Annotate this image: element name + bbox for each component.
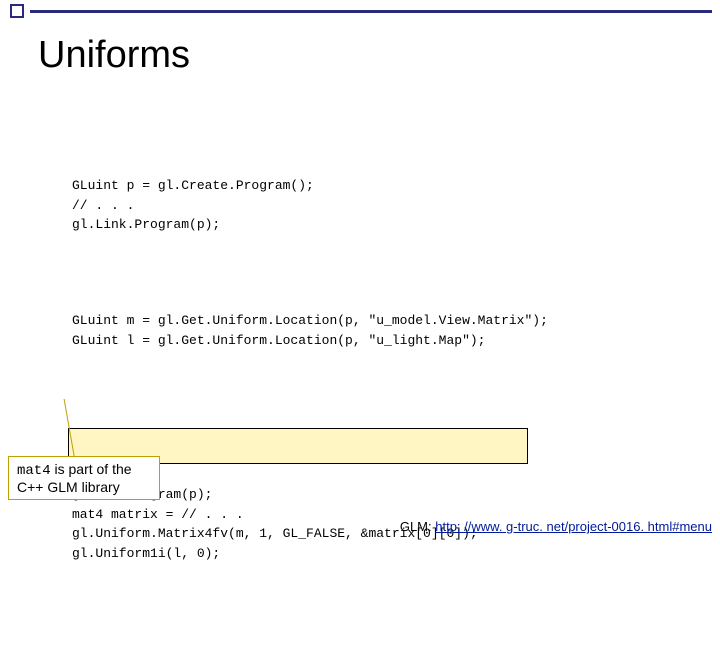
code-block-2: GLuint m = gl.Get.Uniform.Location(p, "u… bbox=[72, 311, 682, 350]
top-border bbox=[0, 0, 720, 18]
code-area: GLuint p = gl.Create.Program(); // . . .… bbox=[72, 137, 682, 659]
slide-title: Uniforms bbox=[38, 34, 682, 77]
footer-link[interactable]: http: //www. g-truc. net/project-0016. h… bbox=[435, 519, 712, 534]
code-line: gl.Link.Program(p); bbox=[72, 217, 220, 232]
code-line: mat4 matrix = // . . . bbox=[72, 507, 244, 522]
code-line: GLuint l = gl.Get.Uniform.Location(p, "u… bbox=[72, 333, 485, 348]
slide-content: Uniforms GLuint p = gl.Create.Program();… bbox=[0, 18, 720, 659]
code-line: // . . . bbox=[72, 198, 134, 213]
code-block-1: GLuint p = gl.Create.Program(); // . . .… bbox=[72, 176, 682, 235]
code-line: gl.Uniform1i(l, 0); bbox=[72, 546, 220, 561]
top-square-decoration bbox=[10, 4, 24, 18]
callout-mono: mat4 bbox=[17, 463, 51, 479]
code-line: GLuint m = gl.Get.Uniform.Location(p, "u… bbox=[72, 313, 548, 328]
footer: GLM: http: //www. g-truc. net/project-00… bbox=[400, 519, 712, 534]
callout-box: mat4 is part of the C++ GLM library bbox=[8, 456, 160, 500]
code-block-3: gl.Use.Program(p); mat4 matrix = // . . … bbox=[72, 427, 682, 603]
footer-label: GLM: bbox=[400, 519, 435, 534]
top-line-decoration bbox=[30, 10, 712, 13]
code-line: GLuint p = gl.Create.Program(); bbox=[72, 178, 314, 193]
